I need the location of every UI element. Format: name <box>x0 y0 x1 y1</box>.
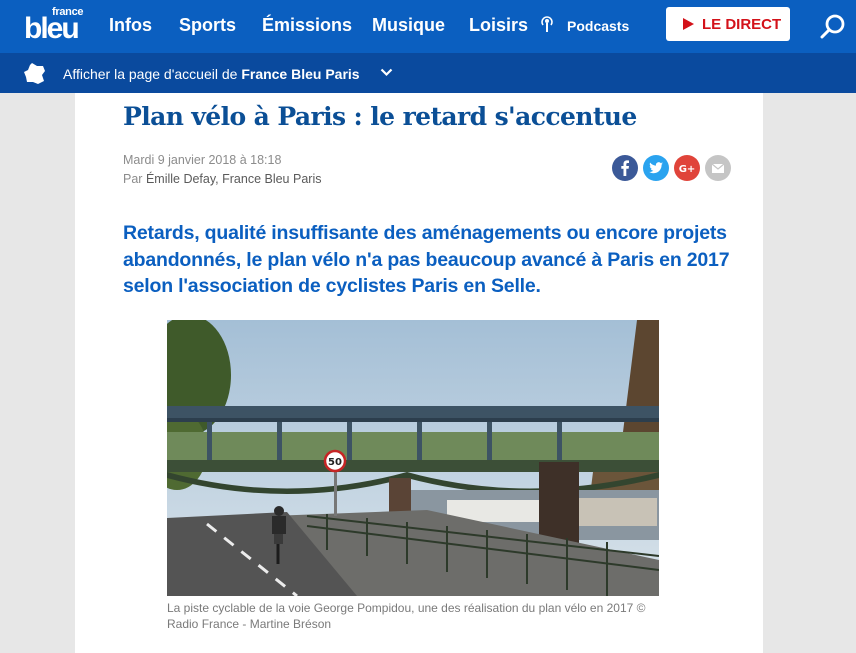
le-direct-button[interactable]: LE DIRECT <box>666 7 790 41</box>
france-map-icon <box>24 63 45 84</box>
twitter-icon <box>649 162 663 174</box>
article-card: Plan vélo à Paris : le retard s'accentue… <box>75 93 763 653</box>
share-google-plus-button[interactable]: G+ <box>674 155 700 181</box>
nav-item-loisirs[interactable]: Loisirs <box>469 15 528 36</box>
bike-lane-photo-illustration: 50 <box>167 320 659 596</box>
byline-prefix: Par <box>123 172 146 186</box>
nav-item-emissions[interactable]: Émissions <box>262 15 352 36</box>
article-station: , France Bleu Paris <box>215 172 322 186</box>
nav-item-podcasts[interactable]: Podcasts <box>567 18 629 34</box>
share-twitter-button[interactable] <box>643 155 669 181</box>
email-icon <box>711 163 725 173</box>
svg-text:G+: G+ <box>679 164 696 175</box>
article-lead: Retards, qualité insuffisante des aménag… <box>123 222 730 297</box>
share-facebook-button[interactable] <box>612 155 638 181</box>
nav-item-sports[interactable]: Sports <box>179 15 236 36</box>
article-meta: Mardi 9 janvier 2018 à 18:18 Par Émille … <box>123 151 321 189</box>
logo-big-text: bleu <box>24 12 80 45</box>
google-plus-icon: G+ <box>679 164 696 175</box>
search-icon[interactable] <box>820 13 846 39</box>
le-direct-label: LE DIRECT <box>702 16 782 33</box>
share-email-button[interactable] <box>705 155 731 181</box>
article-photo[interactable]: 50 <box>167 320 659 596</box>
article-author[interactable]: Émille Defay <box>146 172 215 186</box>
nav-item-infos[interactable]: Infos <box>109 15 152 36</box>
podcast-icon <box>541 16 553 32</box>
play-icon <box>683 18 694 30</box>
top-navigation-bar: france bleu Infos Sports Émissions Musiq… <box>0 0 856 53</box>
chevron-down-icon[interactable] <box>380 68 393 77</box>
article-title: Plan vélo à Paris : le retard s'accentue <box>123 102 637 131</box>
france-bleu-logo[interactable]: france bleu <box>22 2 92 50</box>
article-date: Mardi 9 janvier 2018 à 18:18 <box>123 153 282 167</box>
local-station-bar[interactable]: Afficher la page d'accueil de France Ble… <box>0 53 856 93</box>
speed-limit-sign-text: 50 <box>328 457 342 468</box>
facebook-icon <box>621 160 629 176</box>
nav-item-musique[interactable]: Musique <box>372 15 445 36</box>
photo-caption: La piste cyclable de la voie George Pomp… <box>167 601 646 631</box>
local-station-text: Afficher la page d'accueil de France Ble… <box>63 66 360 82</box>
